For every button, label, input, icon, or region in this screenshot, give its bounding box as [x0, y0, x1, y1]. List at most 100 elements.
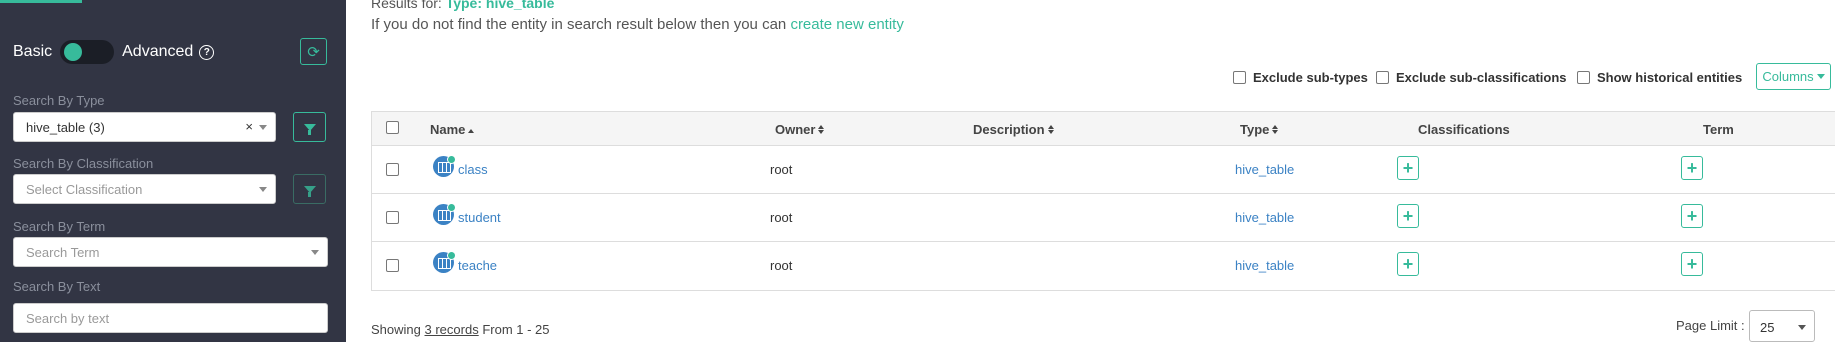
entity-owner: root — [770, 210, 793, 225]
search-by-type-label: Search By Type — [13, 93, 105, 108]
sort-icon — [1047, 125, 1054, 134]
entity-owner: root — [770, 162, 793, 177]
table-entity-icon — [433, 203, 456, 225]
add-classification-button[interactable]: + — [1397, 204, 1419, 228]
type-select-value: hive_table (3) — [26, 119, 105, 135]
exclude-subtypes-label: Exclude sub-types — [1253, 70, 1368, 85]
exclude-subclassifications-option[interactable]: Exclude sub-classifications — [1376, 70, 1567, 85]
term-select[interactable]: Search Term — [13, 237, 328, 267]
mode-toggle[interactable] — [60, 40, 115, 64]
page-limit-select[interactable]: 25 — [1749, 310, 1815, 342]
add-classification-button[interactable]: + — [1397, 156, 1419, 180]
create-new-entity-link[interactable]: create new entity — [790, 16, 903, 33]
show-historical-option[interactable]: Show historical entities — [1577, 70, 1742, 85]
filter-icon — [303, 185, 316, 197]
entity-type-link[interactable]: hive_table — [1235, 162, 1294, 177]
results-table: Name Owner Description Type Classificati… — [371, 111, 1835, 291]
page-limit-value: 25 — [1760, 320, 1775, 335]
add-term-button[interactable]: + — [1681, 156, 1703, 180]
classification-placeholder: Select Classification — [26, 181, 143, 197]
add-term-button[interactable]: + — [1681, 204, 1703, 228]
exclude-subtypes-option[interactable]: Exclude sub-types — [1233, 70, 1368, 85]
classification-select[interactable]: Select Classification — [13, 174, 276, 204]
caret-down-icon — [1816, 74, 1825, 79]
sort-asc-icon — [468, 129, 475, 134]
records-summary: Showing 3 records From 1 - 25 — [371, 322, 550, 337]
columns-label: Columns — [1762, 69, 1814, 84]
refresh-button[interactable]: ⟳ — [300, 38, 327, 65]
table-header: Name Owner Description Type Classificati… — [372, 112, 1835, 146]
showing-label: Showing — [371, 322, 421, 337]
chevron-down-icon — [1798, 325, 1806, 330]
text-search-input[interactable]: Search by text — [13, 303, 328, 333]
records-range: From 1 - 25 — [482, 322, 550, 337]
search-by-classification-label: Search By Classification — [13, 156, 154, 171]
show-historical-checkbox[interactable] — [1577, 71, 1590, 84]
classifications-column-header: Classifications — [1418, 122, 1510, 137]
records-count-link[interactable]: 3 records — [425, 322, 479, 337]
show-historical-label: Show historical entities — [1597, 70, 1743, 85]
entity-type-link[interactable]: hive_table — [1235, 258, 1294, 273]
chevron-down-icon — [259, 125, 267, 130]
chevron-down-icon — [311, 250, 319, 255]
sort-icon — [1272, 125, 1279, 134]
exclude-subtypes-checkbox[interactable] — [1233, 71, 1246, 84]
entity-name-link[interactable]: class — [458, 162, 488, 177]
search-mode-switch: Basic Advanced ? — [13, 40, 215, 64]
columns-dropdown-button[interactable]: Columns — [1756, 63, 1831, 90]
exclude-subclassifications-label: Exclude sub-classifications — [1396, 70, 1567, 85]
table-entity-icon — [433, 155, 456, 177]
type-column-header[interactable]: Type — [1240, 122, 1279, 137]
clear-icon[interactable]: × — [245, 119, 253, 134]
select-all-checkbox[interactable] — [386, 121, 399, 134]
page-limit-label: Page Limit : — [1676, 318, 1745, 333]
search-sidebar: Basic Advanced ? ⟳ Search By Type hive_t… — [0, 0, 346, 342]
type-header-label: Type — [1240, 122, 1270, 137]
entity-name-link[interactable]: student — [458, 210, 501, 225]
exclude-subclassifications-checkbox[interactable] — [1376, 71, 1389, 84]
type-select[interactable]: hive_table (3) × — [13, 112, 276, 142]
active-tab-indicator — [0, 0, 82, 3]
hint-text: If you do not find the entity in search … — [371, 16, 787, 33]
owner-header-label: Owner — [775, 122, 816, 137]
name-column-header[interactable]: Name — [430, 122, 475, 137]
add-classification-button[interactable]: + — [1397, 252, 1419, 276]
table-row: class root hive_table + + — [372, 146, 1835, 194]
sort-icon — [818, 125, 825, 134]
entity-type-link[interactable]: hive_table — [1235, 210, 1294, 225]
entity-name-link[interactable]: teache — [458, 258, 497, 273]
table-row: student root hive_table + + — [372, 194, 1835, 242]
add-term-button[interactable]: + — [1681, 252, 1703, 276]
term-header-label: Term — [1703, 122, 1734, 137]
search-by-term-label: Search By Term — [13, 219, 106, 234]
results-for-heading: Results for: Type: hive_table — [371, 0, 554, 11]
classifications-header-label: Classifications — [1418, 122, 1510, 137]
help-icon[interactable]: ? — [199, 44, 215, 60]
table-row: teache root hive_table + + — [372, 242, 1835, 290]
term-placeholder: Search Term — [26, 244, 100, 260]
description-header-label: Description — [973, 122, 1045, 137]
row-checkbox[interactable] — [386, 211, 399, 224]
name-header-label: Name — [430, 122, 466, 137]
search-results-panel: Results for: Type: hive_table If you do … — [346, 0, 1835, 342]
text-search-placeholder: Search by text — [26, 310, 110, 326]
table-entity-icon — [433, 251, 456, 273]
term-column-header: Term — [1703, 122, 1734, 137]
filter-icon — [303, 123, 316, 135]
basic-mode-label[interactable]: Basic — [13, 43, 52, 61]
toggle-knob — [64, 43, 83, 61]
entity-owner: root — [770, 258, 793, 273]
results-type-tag: Type: hive_table — [445, 0, 555, 11]
chevron-down-icon — [259, 187, 267, 192]
owner-column-header[interactable]: Owner — [775, 122, 825, 137]
create-entity-hint: If you do not find the entity in search … — [371, 16, 904, 33]
refresh-icon: ⟳ — [307, 43, 320, 61]
type-filter-button[interactable] — [293, 112, 326, 142]
search-by-text-label: Search By Text — [13, 279, 101, 294]
classification-filter-button[interactable] — [293, 174, 326, 204]
advanced-mode-label[interactable]: Advanced — [122, 43, 193, 61]
row-checkbox[interactable] — [386, 259, 399, 272]
description-column-header[interactable]: Description — [973, 122, 1054, 137]
row-checkbox[interactable] — [386, 163, 399, 176]
results-for-label: Results for: — [371, 0, 442, 11]
